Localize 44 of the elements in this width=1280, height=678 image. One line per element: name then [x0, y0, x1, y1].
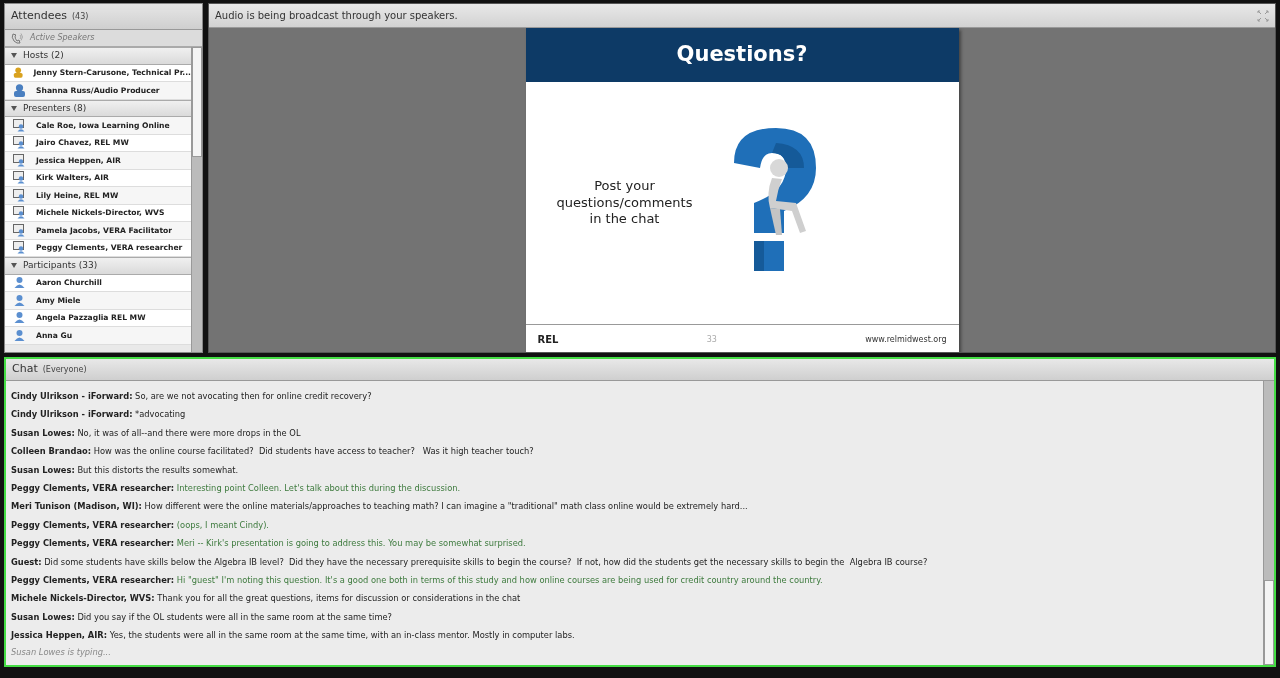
chat-message: Michele Nickels-Director, WVS: Thank you for all the great questions, items for discussion or considerations in the chat — [11, 592, 522, 606]
chat-audience: (Everyone) — [42, 363, 87, 376]
chat-message: Susan Lowes: No, it was of all--and there were more drops in the OL — [11, 426, 302, 440]
active-speakers-label: Active Speakers — [30, 32, 95, 44]
slide-title: Questions? — [676, 41, 808, 69]
chat-message: Meri Tunison (Madison, WI): How different were the online materials/approaches to teaching math? I can imagine a "traditional" math class online would be extremely hard... — [11, 500, 749, 514]
presenter-icon — [13, 241, 26, 255]
presenter-icon — [13, 118, 26, 132]
presenter-icon — [13, 153, 26, 167]
chat-message: Peggy Clements, VERA researcher: Interesting point Colleen. Let's talk about this during the discussion. — [11, 481, 462, 495]
pod-title: Chat — [12, 361, 38, 378]
presenter-icon — [13, 206, 26, 220]
phone-icon — [11, 32, 24, 44]
chat-message: Susan Lowes: But this distorts the results somewhat. — [11, 463, 240, 477]
presenter-icon — [13, 171, 26, 185]
attendee-count: (43) — [71, 10, 89, 23]
fullscreen-icon[interactable] — [1257, 9, 1269, 22]
person-icon — [13, 293, 26, 307]
chat-message: Jessica Heppen, AIR: Yes, the students were all in the same room at the same time, with an in-class mentor. Mostly in computer labs. — [11, 629, 576, 643]
chat-message: Colleen Brandao: How was the online course facilitated? Did students have access to teacher? Was it high teacher touch? — [11, 445, 535, 459]
person-icon — [13, 311, 26, 325]
chat-message: Cindy Ulrikson - iForward: *advocating — [11, 408, 187, 422]
presenter-icon — [13, 223, 26, 237]
logo: REL — [537, 333, 559, 347]
audio-status-text: Audio is being broadcast through your speakers. — [215, 9, 458, 23]
chat-message: Cindy Ulrikson - iForward: So, are we not avocating then for online credit recovery? — [11, 390, 373, 403]
chat-message: Guest: Did some students have skills below the Algebra IB level? Did they have the necessary prerequisite skills to begin the course? If not, how did the students get the necessary skills to begin the Algebra IB course? — [11, 555, 929, 569]
url-text: www.relmidwest.org — [865, 333, 947, 346]
person-icon — [13, 328, 26, 342]
presenter-icon — [13, 136, 26, 150]
group-header[interactable]: Hosts (2) — [5, 47, 191, 65]
chat-message: Peggy Clements, VERA researcher: Meri -- Kirk's presentation is going to address this. You may be somewhat surprised. — [11, 537, 527, 551]
chat-message: Peggy Clements, VERA researcher: Hi "guest" I'm noting this question. It's a good one both in terms of this study and how online courses are being used for credit country around the country. — [11, 573, 824, 587]
group-header[interactable]: Participants (33) — [5, 257, 191, 275]
scrollbar[interactable] — [1263, 381, 1274, 665]
presenter-icon — [13, 188, 26, 202]
person-icon — [13, 276, 26, 290]
slide-text: Post your questions/comments in the chat — [555, 176, 694, 229]
page-number: 33 — [706, 333, 717, 346]
typing-indicator: Susan Lowes is typing... — [11, 646, 112, 659]
pod-title: Attendees — [11, 8, 67, 25]
chat-message: Susan Lowes: Did you say if the OL students were all in the same room at the same time? — [11, 610, 393, 624]
chat-message: Peggy Clements, VERA researcher: (oops, I meant Cindy). — [11, 518, 270, 532]
scrollbar[interactable] — [191, 47, 202, 352]
